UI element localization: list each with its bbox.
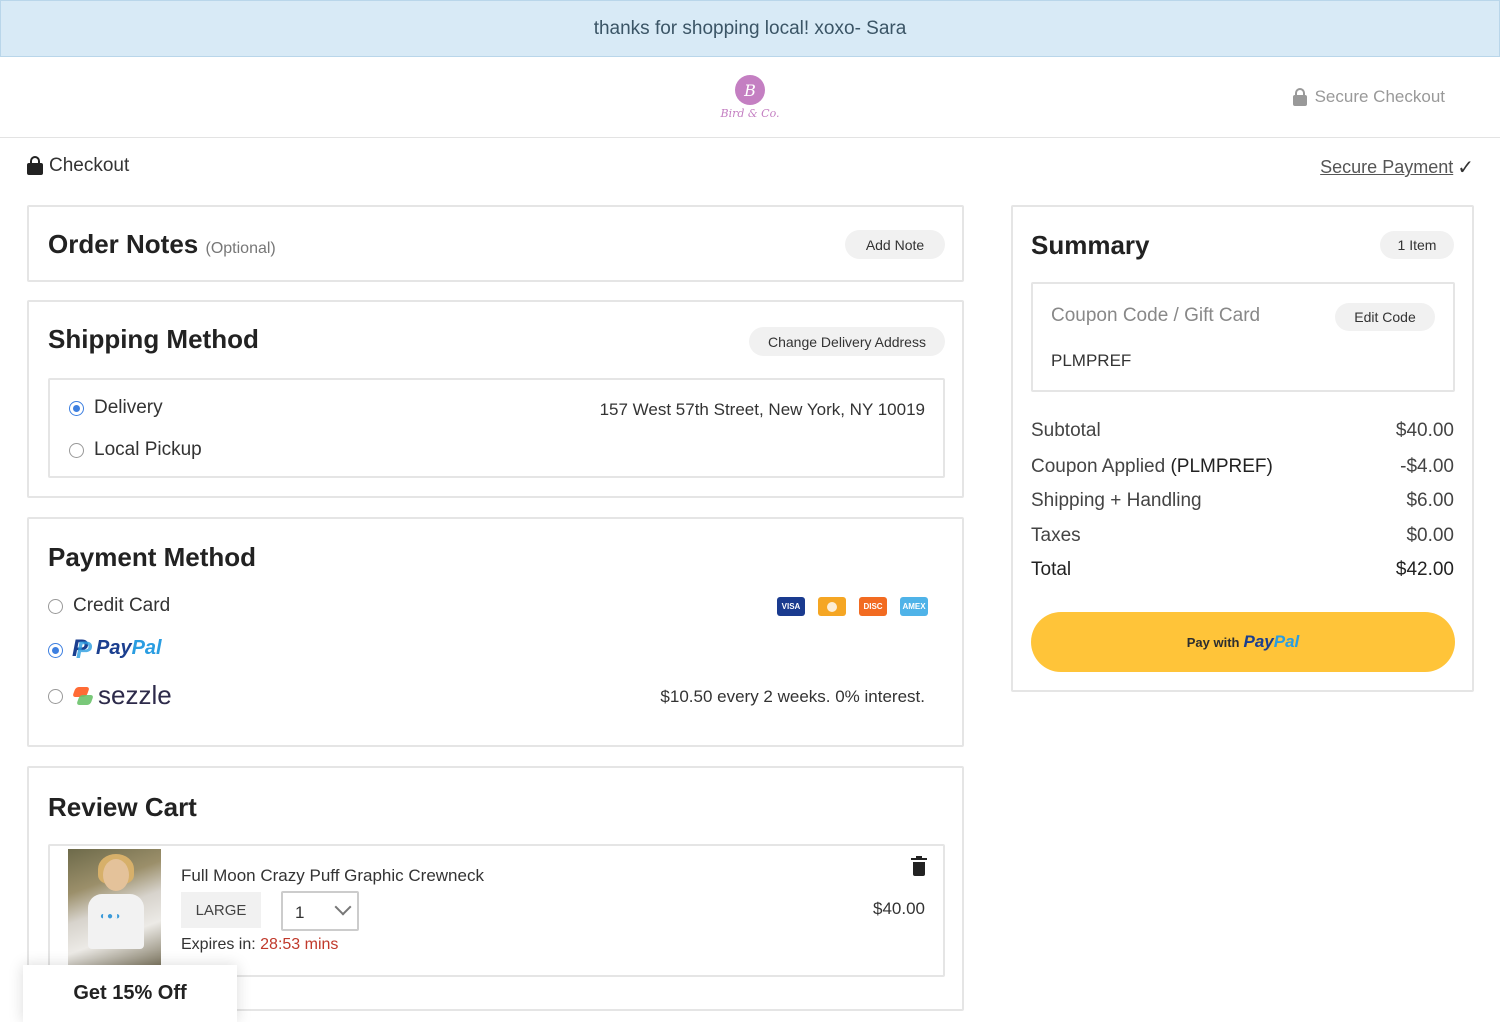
visa-icon: VISA xyxy=(777,597,805,616)
secure-checkout-indicator: Secure Checkout xyxy=(1292,87,1445,107)
total-value: $42.00 xyxy=(1395,559,1454,580)
coupon-applied-row: Coupon Applied (PLMPREF) -$4.00 xyxy=(1031,456,1454,478)
credit-card-label[interactable]: Credit Card xyxy=(73,595,170,617)
edit-code-button[interactable]: Edit Code xyxy=(1335,303,1435,331)
sezzle-info: $10.50 every 2 weeks. 0% interest. xyxy=(660,687,925,706)
coupon-code-value: PLMPREF xyxy=(1051,351,1132,370)
expires-timer: Expires in: 28:53 mins xyxy=(181,936,338,954)
shipping-row: Shipping + Handling $6.00 xyxy=(1031,490,1454,512)
logo-text: Bird & Co. xyxy=(720,107,780,120)
secure-payment-label[interactable]: Secure Payment xyxy=(1320,157,1453,178)
paypal-icon: PP xyxy=(72,634,93,664)
shipping-label: Shipping + Handling xyxy=(1031,490,1202,511)
lock-icon xyxy=(1292,87,1307,106)
sezzle-label: sezzle xyxy=(98,680,172,710)
paypal-wordmark: PayPal xyxy=(1243,632,1300,651)
quantity-value: 1 xyxy=(295,903,305,922)
announcement-banner: thanks for shopping local! xoxo- Sara xyxy=(0,0,1500,57)
local-pickup-radio[interactable] xyxy=(69,443,84,458)
taxes-label: Taxes xyxy=(1031,525,1081,546)
paypal-radio[interactable] xyxy=(48,643,63,658)
checkout-heading: Checkout xyxy=(27,155,129,177)
item-count-badge: 1 Item xyxy=(1380,231,1454,259)
total-label: Total xyxy=(1031,559,1072,580)
coupon-box: Coupon Code / Gift Card Edit Code PLMPRE… xyxy=(1031,282,1455,392)
order-notes-card: Order Notes (Optional) Add Note xyxy=(27,205,964,282)
order-notes-title-text: Order Notes xyxy=(48,229,199,259)
shipping-value: $6.00 xyxy=(1406,490,1454,511)
sezzle-radio[interactable] xyxy=(48,689,63,704)
summary-card: Summary 1 Item Coupon Code / Gift Card E… xyxy=(1011,205,1474,692)
amex-icon: AMEX xyxy=(900,597,928,616)
payment-method-card: Payment Method Credit Card VISA DISC AME… xyxy=(27,517,964,747)
discount-popup-tab[interactable]: Get 15% Off xyxy=(23,965,237,1022)
shipping-method-title: Shipping Method xyxy=(48,324,259,354)
local-pickup-label[interactable]: Local Pickup xyxy=(94,439,202,461)
store-logo[interactable]: B Bird & Co. xyxy=(716,75,784,120)
expires-time: 28:53 mins xyxy=(260,936,339,953)
sezzle-icon xyxy=(72,685,94,707)
subtotal-row: Subtotal $40.00 xyxy=(1031,420,1454,442)
paypal-logo[interactable]: PP PayPal xyxy=(72,634,162,664)
subtotal-value: $40.00 xyxy=(1395,420,1454,441)
delivery-radio[interactable] xyxy=(69,401,84,416)
payment-method-title: Payment Method xyxy=(48,542,257,572)
paypal-pal-text: Pal xyxy=(131,637,162,659)
coupon-input-label[interactable]: Coupon Code / Gift Card xyxy=(1051,305,1260,327)
product-name[interactable]: Full Moon Crazy Puff Graphic Crewneck xyxy=(181,866,484,886)
subtotal-label: Subtotal xyxy=(1031,420,1101,441)
logo-mark: B xyxy=(735,75,765,105)
banner-text: thanks for shopping local! xoxo- Sara xyxy=(593,17,907,39)
cart-item: ◐●◑ Full Moon Crazy Puff Graphic Crewnec… xyxy=(48,844,945,977)
coupon-applied-label: Coupon Applied (PLMPREF) xyxy=(1031,456,1273,477)
taxes-value: $0.00 xyxy=(1406,525,1454,546)
secure-checkout-label: Secure Checkout xyxy=(1314,87,1445,106)
taxes-row: Taxes $0.00 xyxy=(1031,525,1454,547)
checkout-label: Checkout xyxy=(49,155,130,176)
review-cart-title: Review Cart xyxy=(48,792,197,822)
summary-title: Summary xyxy=(1031,230,1150,260)
item-price: $40.00 xyxy=(873,899,925,918)
expires-label: Expires in: xyxy=(181,936,256,953)
checkmark-icon: ✓ xyxy=(1457,157,1474,179)
size-badge: LARGE xyxy=(181,892,261,928)
mastercard-icon xyxy=(818,597,846,616)
pay-with-label: Pay with xyxy=(1186,634,1240,650)
optional-label: (Optional) xyxy=(205,240,276,257)
chevron-down-icon xyxy=(334,898,352,916)
paypal-pay-text: Pay xyxy=(96,637,132,659)
shipping-method-card: Shipping Method Change Delivery Address … xyxy=(27,300,964,498)
product-image[interactable]: ◐●◑ xyxy=(68,849,161,966)
shipping-options: Delivery 157 West 57th Street, New York,… xyxy=(48,378,945,478)
credit-card-radio[interactable] xyxy=(48,599,63,614)
total-row: Total $42.00 xyxy=(1031,559,1454,581)
lock-icon xyxy=(27,156,43,175)
coupon-applied-value: -$4.00 xyxy=(1400,456,1454,477)
discount-label[interactable]: Get 15% Off xyxy=(73,982,186,1005)
delivery-label[interactable]: Delivery xyxy=(94,397,163,419)
header: B Bird & Co. Secure Checkout xyxy=(0,57,1500,138)
quantity-select[interactable]: 1 xyxy=(281,891,359,931)
trash-icon[interactable] xyxy=(911,856,927,876)
add-note-button[interactable]: Add Note xyxy=(845,230,945,259)
discover-icon: DISC xyxy=(859,597,887,616)
secure-payment-link[interactable]: Secure Payment ✓ xyxy=(1320,155,1474,180)
order-notes-title: Order Notes (Optional) xyxy=(48,229,276,260)
pay-with-paypal-button[interactable]: Pay with PayPal xyxy=(1031,612,1455,672)
sezzle-logo[interactable]: sezzle xyxy=(72,680,172,711)
delivery-address: 157 West 57th Street, New York, NY 10019 xyxy=(599,400,925,419)
change-delivery-address-button[interactable]: Change Delivery Address xyxy=(749,327,945,356)
